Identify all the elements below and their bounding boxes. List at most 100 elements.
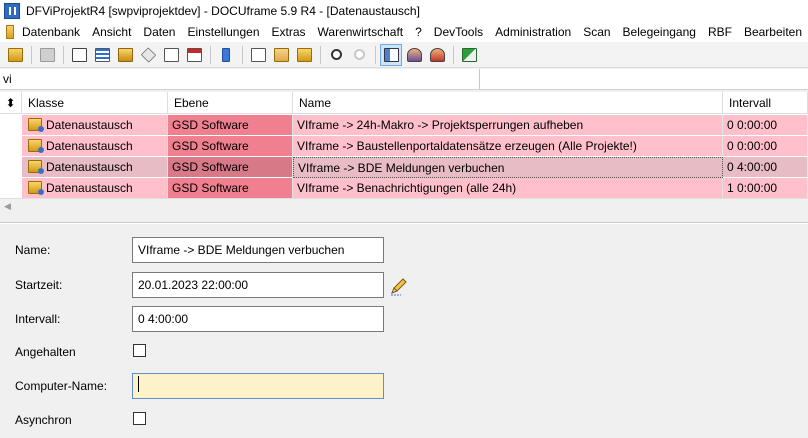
folder-stack-icon — [117, 47, 133, 62]
menu-bar: Datenbank Ansicht Daten Einstellungen Ex… — [0, 22, 808, 42]
cell-klasse-text: Datenaustausch — [46, 118, 133, 132]
window-title: DFViProjektR4 [swpviprojektdev] - DOCUfr… — [26, 4, 420, 18]
magnifier-icon — [330, 49, 342, 60]
row-header[interactable] — [0, 178, 22, 199]
menu-belegeingang[interactable]: Belegeingang — [617, 25, 702, 39]
text-caret — [138, 376, 139, 392]
cell-klasse[interactable]: Datenaustausch — [22, 115, 168, 136]
column-header-klasse[interactable]: Klasse — [22, 92, 168, 114]
menu-devtools[interactable]: DevTools — [428, 25, 489, 39]
toolbar-mail-button[interactable] — [270, 44, 292, 66]
cell-name[interactable]: VIframe -> Baustellenportaldatensätze er… — [293, 136, 723, 157]
toolbar-notes-button[interactable] — [160, 44, 182, 66]
menu-datenbank[interactable]: Datenbank — [16, 25, 86, 39]
document-menu-icon[interactable] — [6, 25, 15, 39]
toolbar-separator — [63, 45, 64, 64]
toolbar-print-button[interactable] — [36, 44, 58, 66]
column-header-name[interactable]: Name ︿ — [293, 92, 803, 114]
pane-splitter[interactable] — [0, 222, 808, 224]
toolbar-check-button[interactable] — [458, 44, 480, 66]
cell-klasse[interactable]: Datenaustausch — [22, 157, 168, 178]
asynchron-checkbox[interactable] — [133, 412, 146, 425]
magnifier-disabled-icon — [353, 49, 365, 60]
scroll-left-icon[interactable]: ◀ — [4, 201, 11, 212]
menu-scan[interactable]: Scan — [577, 25, 616, 39]
column-header-name-label: Name — [299, 96, 332, 110]
cell-ebene[interactable]: GSD Software — [168, 136, 293, 157]
toolbar-folder-new-button[interactable] — [293, 44, 315, 66]
check-wand-icon — [461, 47, 477, 62]
cell-klasse[interactable]: Datenaustausch — [22, 136, 168, 157]
users-icon — [406, 47, 422, 62]
toolbar-list-button[interactable] — [91, 44, 113, 66]
menu-help[interactable]: ? — [409, 25, 428, 39]
cell-intervall[interactable]: 0 4:00:00 — [723, 157, 808, 178]
computer-name-field[interactable] — [132, 373, 384, 399]
toolbar-users-button[interactable] — [403, 44, 425, 66]
menu-extras[interactable]: Extras — [266, 25, 312, 39]
cell-klasse[interactable]: Datenaustausch — [22, 178, 168, 199]
notes-icon — [163, 47, 179, 62]
datenaustausch-icon — [28, 160, 44, 174]
filter-input[interactable] — [0, 69, 480, 89]
table-row-selected[interactable]: Datenaustausch GSD Software VIframe -> B… — [0, 157, 808, 178]
column-header-intervall[interactable]: Intervall — [723, 92, 808, 114]
cell-intervall[interactable]: 1 0:00:00 — [723, 178, 808, 199]
toolbar-phone-button[interactable] — [215, 44, 237, 66]
startzeit-label: Startzeit: — [15, 278, 63, 292]
toolbar-preview-toggle[interactable] — [380, 43, 402, 66]
app-icon — [4, 3, 20, 19]
edit-pencil-icon[interactable] — [389, 276, 409, 296]
toolbar-user-edit-button[interactable] — [426, 44, 448, 66]
menu-warenwirtschaft[interactable]: Warenwirtschaft — [312, 25, 410, 39]
row-header[interactable] — [0, 136, 22, 157]
user-edit-icon — [429, 47, 445, 62]
datenaustausch-icon — [28, 181, 44, 195]
sort-toggle-button[interactable]: ⬍ — [0, 92, 22, 114]
toolbar-separator — [375, 45, 376, 64]
angehalten-checkbox[interactable] — [133, 344, 146, 357]
cell-name[interactable]: VIframe -> 24h-Makro -> Projektsperrunge… — [293, 115, 723, 136]
intervall-field[interactable] — [132, 306, 384, 332]
menu-daten[interactable]: Daten — [137, 25, 181, 39]
toolbar-new-doc-button[interactable] — [247, 44, 269, 66]
toolbar-card-button[interactable] — [68, 44, 90, 66]
toolbar-separator — [453, 45, 454, 64]
cell-name[interactable]: VIframe -> Benachrichtigungen (alle 24h) — [293, 178, 723, 199]
menu-rbf[interactable]: RBF — [702, 25, 738, 39]
menu-einstellungen[interactable]: Einstellungen — [181, 25, 265, 39]
menu-ansicht[interactable]: Ansicht — [86, 25, 137, 39]
toolbar-search-button[interactable] — [325, 44, 347, 66]
cell-intervall[interactable]: 0 0:00:00 — [723, 136, 808, 157]
toolbar-folder-button[interactable] — [114, 44, 136, 66]
cell-name[interactable]: VIframe -> BDE Meldungen verbuchen — [293, 157, 723, 178]
toolbar — [0, 42, 808, 68]
folder-icon — [7, 47, 23, 62]
cell-ebene[interactable]: GSD Software — [168, 178, 293, 199]
cell-ebene[interactable]: GSD Software — [168, 115, 293, 136]
toolbar-separator — [210, 45, 211, 64]
toolbar-separator — [320, 45, 321, 64]
cell-klasse-text: Datenaustausch — [46, 139, 133, 153]
filter-bar — [0, 69, 808, 90]
name-field[interactable] — [132, 237, 384, 263]
preview-pane-icon — [383, 47, 399, 62]
toolbar-search-disabled-button[interactable] — [348, 44, 370, 66]
column-header-ebene[interactable]: Ebene — [168, 92, 293, 114]
menu-bearbeiten[interactable]: Bearbeiten — [738, 25, 808, 39]
table-row[interactable]: Datenaustausch GSD Software VIframe -> B… — [0, 178, 808, 199]
horizontal-scrollbar[interactable]: ◀ — [0, 198, 808, 214]
menu-administration[interactable]: Administration — [489, 25, 577, 39]
row-header[interactable] — [0, 157, 22, 178]
cell-ebene[interactable]: GSD Software — [168, 157, 293, 178]
toolbar-calendar-button[interactable] — [183, 44, 205, 66]
cell-intervall[interactable]: 0 0:00:00 — [723, 115, 808, 136]
startzeit-field[interactable] — [132, 272, 384, 298]
table-row[interactable]: Datenaustausch GSD Software VIframe -> 2… — [0, 115, 808, 136]
toolbar-tag-button[interactable] — [137, 44, 159, 66]
toolbar-open-button[interactable] — [4, 44, 26, 66]
datenaustausch-icon — [28, 118, 44, 132]
toolbar-separator — [31, 45, 32, 64]
table-row[interactable]: Datenaustausch GSD Software VIframe -> B… — [0, 136, 808, 157]
row-header[interactable] — [0, 115, 22, 136]
